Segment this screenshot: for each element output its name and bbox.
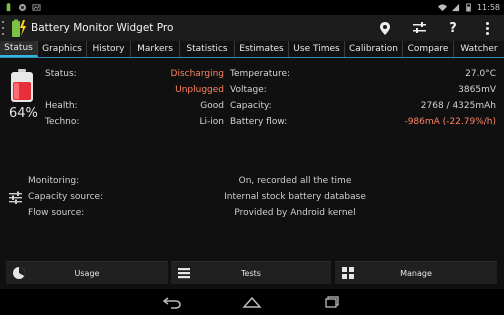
settings-sliders-icon[interactable] (9, 191, 22, 204)
clock: 11:58 (476, 3, 500, 12)
tab-estimates[interactable]: Estimates (235, 41, 289, 57)
screen: 11:58 Battery Monitor Widget Pro ? Statu… (0, 0, 504, 315)
home-icon[interactable] (242, 295, 262, 309)
monitoring-label: Monitoring: (28, 176, 80, 186)
tab-status[interactable]: Status (0, 41, 38, 57)
manage-label: Manage (400, 268, 432, 278)
battery-level-icon (11, 69, 33, 102)
flow-source-label: Flow source: (28, 208, 85, 218)
status-value: Discharging (170, 69, 224, 79)
manage-button[interactable]: Manage (335, 261, 497, 284)
techno-value: Li-ion (199, 117, 224, 127)
tests-button[interactable]: Tests (171, 261, 331, 284)
recent-apps-icon[interactable] (322, 295, 342, 309)
map-pin-icon (380, 21, 390, 35)
battery-icon (466, 3, 471, 12)
record-icon (18, 3, 27, 12)
monitoring-value: On, recorded all the time (238, 176, 352, 186)
image-notification-icon (32, 4, 41, 11)
tab-history[interactable]: History (87, 41, 131, 57)
sliders-icon (412, 22, 426, 33)
marker-button[interactable] (368, 15, 402, 41)
wifi-icon (437, 4, 447, 12)
voltage-label: Voltage: (230, 85, 267, 95)
tab-watcher[interactable]: Watcher (454, 41, 504, 57)
capacity-value: 2768 / 4325mAh (420, 101, 496, 111)
battery-notification-icon (6, 3, 11, 12)
usage-button[interactable]: Usage (6, 261, 168, 284)
overflow-dots-icon (485, 21, 489, 35)
capacity-label: Capacity: (230, 101, 272, 111)
system-navigation-bar (0, 289, 504, 315)
capacity-source-label: Capacity source: (28, 192, 104, 202)
voltage-value: 3865mV (458, 85, 496, 95)
techno-label: Techno: (45, 117, 80, 127)
usage-label: Usage (74, 268, 100, 278)
temperature-label: Temperature: (230, 69, 291, 79)
help-icon: ? (449, 20, 457, 36)
drawer-menu-icon[interactable] (2, 21, 8, 35)
tab-statistics[interactable]: Statistics (180, 41, 235, 57)
battery-percent: 64% (9, 106, 38, 121)
tests-label: Tests (241, 268, 261, 278)
settings-button[interactable] (402, 15, 436, 41)
back-icon[interactable] (162, 295, 182, 309)
help-button[interactable]: ? (436, 15, 470, 41)
tab-use-times[interactable]: Use Times (289, 41, 345, 57)
flow-source-value: Provided by Android kernel (234, 208, 356, 218)
app-title: Battery Monitor Widget Pro (31, 22, 174, 34)
system-status-bar: 11:58 (0, 0, 504, 15)
capacity-source-value: Internal stock battery database (224, 192, 366, 202)
tab-graphics[interactable]: Graphics (38, 41, 87, 57)
temperature-value: 27.0°C (465, 69, 496, 79)
power-source-value: Unplugged (175, 85, 224, 95)
battery-flow-value: -986mA (-22.79%/h) (404, 117, 496, 127)
app-logo-icon (12, 19, 26, 37)
health-label: Health: (45, 101, 78, 111)
battery-flow-label: Battery flow: (230, 117, 288, 127)
signal-icon (451, 3, 460, 12)
tab-compare[interactable]: Compare (403, 41, 454, 57)
status-label: Status: (45, 69, 77, 79)
health-value: Good (200, 101, 224, 111)
overflow-menu-button[interactable] (470, 15, 504, 41)
tab-calibration[interactable]: Calibration (345, 41, 403, 57)
tab-markers[interactable]: Markers (131, 41, 180, 57)
action-bar: Battery Monitor Widget Pro ? (0, 15, 504, 41)
tab-strip: Status Graphics History Markers Statisti… (0, 41, 504, 58)
